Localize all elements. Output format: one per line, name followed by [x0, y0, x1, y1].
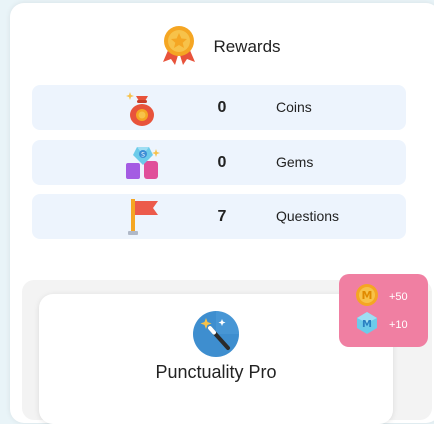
stat-row-questions: 7 Questions — [32, 194, 406, 239]
questions-label: Questions — [276, 208, 340, 224]
stat-row-coins: 0 Coins — [32, 85, 406, 130]
rewards-header: Rewards — [10, 25, 430, 69]
money-bag-icon — [122, 88, 162, 128]
popup-gem-amount: +10 — [389, 319, 408, 331]
popup-coin-amount: +50 — [389, 291, 408, 303]
stat-row-gems: S 0 Gems — [32, 140, 406, 185]
gems-value: 0 — [217, 154, 227, 171]
medal-icon — [159, 24, 199, 71]
svg-text:S: S — [141, 152, 145, 159]
popup-gem-row: M +10 — [355, 311, 408, 340]
rewards-title: Rewards — [213, 37, 281, 56]
questions-value: 7 — [217, 208, 227, 225]
flag-icon — [122, 197, 162, 237]
gems-label: Gems — [276, 154, 314, 170]
magic-wand-icon — [192, 310, 240, 358]
svg-text:M: M — [362, 289, 373, 302]
popup-coin-row: M +50 — [355, 283, 408, 312]
gem-icon: M — [355, 311, 379, 340]
coin-icon: M — [355, 283, 379, 312]
coins-label: Coins — [276, 99, 312, 115]
gems-icon: S — [122, 143, 162, 183]
svg-text:M: M — [362, 319, 372, 330]
coins-value: 0 — [217, 99, 227, 116]
badge-title: Punctuality Pro — [155, 362, 277, 382]
reward-popup: M +50 M +10 — [339, 274, 428, 347]
